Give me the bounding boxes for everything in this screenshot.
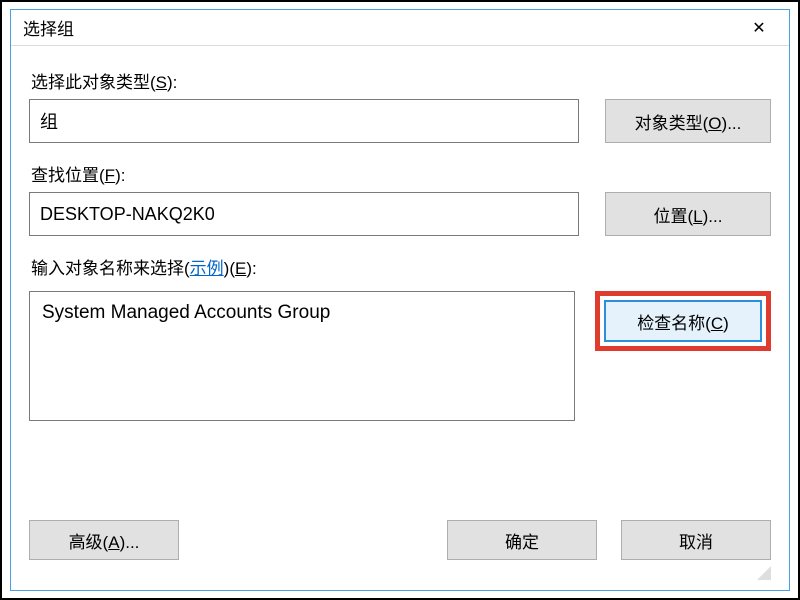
from-location-label: 查找位置(F): — [31, 161, 771, 186]
object-type-label: 选择此对象类型(S): — [31, 68, 771, 93]
advanced-button[interactable]: 高级(A)... — [29, 520, 179, 560]
object-type-field: 组 — [29, 99, 579, 143]
check-names-highlight: 检查名称(C) — [595, 291, 771, 351]
ok-button[interactable]: 确定 — [447, 520, 597, 560]
cancel-button[interactable]: 取消 — [621, 520, 771, 560]
dialog-title: 选择组 — [23, 15, 74, 40]
resize-grip-icon[interactable] — [753, 562, 771, 580]
object-names-input[interactable] — [29, 291, 575, 421]
check-names-button[interactable]: 检查名称(C) — [604, 300, 762, 342]
location-field: DESKTOP-NAKQ2K0 — [29, 192, 579, 236]
close-icon: ✕ — [752, 18, 765, 38]
select-group-dialog: 选择组 ✕ 选择此对象类型(S): 组 对象类型(O)... 查找位 — [10, 9, 790, 591]
titlebar: 选择组 ✕ — [11, 10, 789, 46]
enter-names-label: 输入对象名称来选择(示例)(E): — [31, 254, 771, 279]
locations-button[interactable]: 位置(L)... — [605, 192, 771, 236]
examples-link[interactable]: 示例 — [190, 259, 224, 278]
close-button[interactable]: ✕ — [739, 14, 779, 42]
object-types-button[interactable]: 对象类型(O)... — [605, 99, 771, 143]
